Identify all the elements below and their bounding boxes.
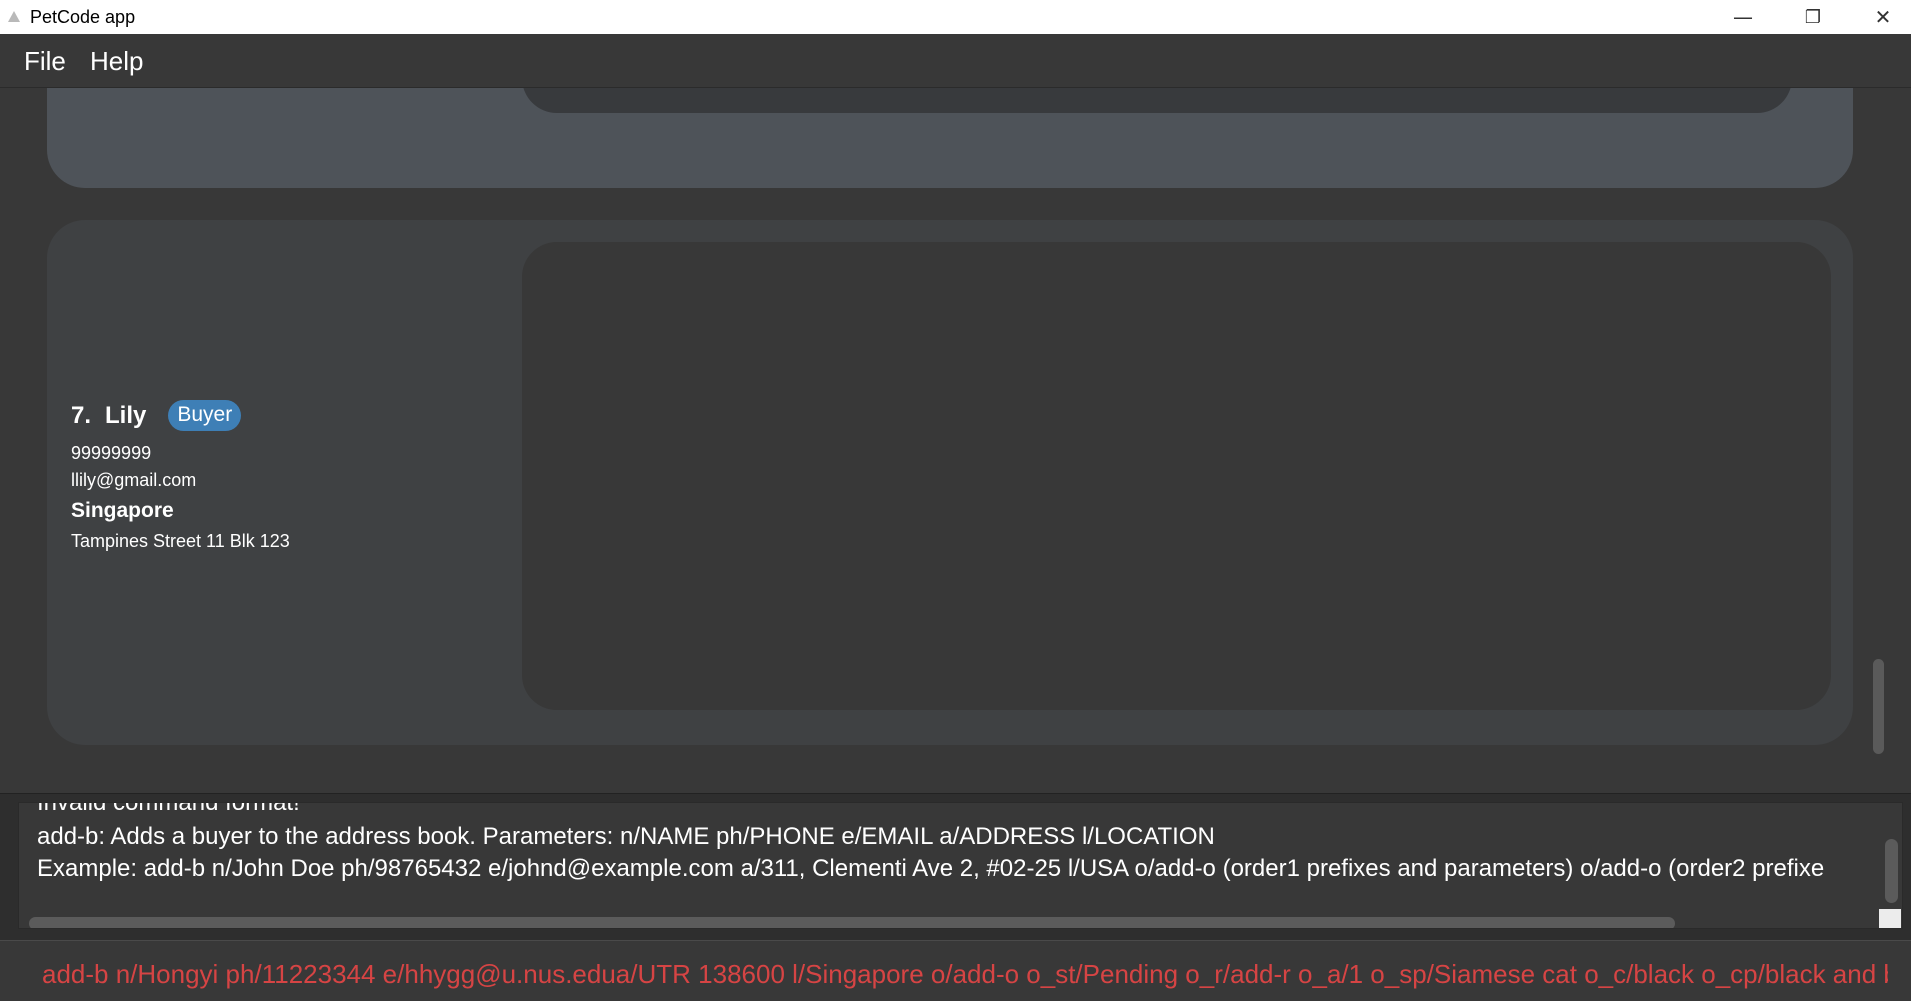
person-name: Lily	[105, 401, 147, 429]
restore-icon[interactable]: ❐	[1778, 0, 1848, 34]
minimize-icon[interactable]: —	[1708, 0, 1778, 34]
app-icon	[8, 11, 20, 22]
orders-panel	[522, 242, 1831, 710]
person-list[interactable]: 7. Lily Buyer 99999999 llily@gmail.com S…	[2, 88, 1909, 793]
scrollbar-corner	[1879, 909, 1901, 928]
person-location: Singapore	[71, 499, 174, 522]
result-line: Invalid command format!	[37, 802, 300, 816]
person-details: 7. Lily Buyer 99999999 llily@gmail.com S…	[71, 400, 290, 552]
result-horizontal-scrollbar[interactable]	[29, 917, 1675, 928]
menu-bar: File Help	[0, 34, 1911, 88]
close-icon[interactable]: ✕	[1848, 0, 1911, 34]
person-index: 7.	[71, 401, 92, 429]
list-scrollbar[interactable]	[1873, 659, 1884, 754]
person-address: Tampines Street 11 Blk 123	[71, 531, 290, 551]
result-display[interactable]: Invalid command format! add-b: Adds a bu…	[18, 802, 1903, 929]
result-line: Example: add-b n/John Doe ph/98765432 e/…	[37, 855, 1825, 882]
result-vertical-scrollbar[interactable]	[1885, 839, 1898, 903]
buyer-tag: Buyer	[168, 400, 242, 431]
person-header: 7. Lily Buyer	[71, 400, 290, 431]
person-phone: 99999999	[71, 443, 152, 463]
command-pane	[0, 940, 1911, 1001]
command-input[interactable]	[42, 957, 1888, 991]
menu-file[interactable]: File	[24, 46, 66, 77]
result-line: add-b: Adds a buyer to the address book.…	[37, 823, 1215, 850]
window-title: PetCode app	[30, 7, 136, 27]
previous-person-card[interactable]	[47, 88, 1853, 188]
person-email: llily@gmail.com	[71, 470, 197, 490]
previous-orders-panel	[522, 88, 1792, 113]
menu-help[interactable]: Help	[90, 46, 143, 77]
title-bar: PetCode app — ❐ ✕	[0, 0, 1911, 34]
person-card[interactable]: 7. Lily Buyer 99999999 llily@gmail.com S…	[47, 220, 1853, 745]
result-pane: Invalid command format! add-b: Adds a bu…	[0, 793, 1911, 941]
